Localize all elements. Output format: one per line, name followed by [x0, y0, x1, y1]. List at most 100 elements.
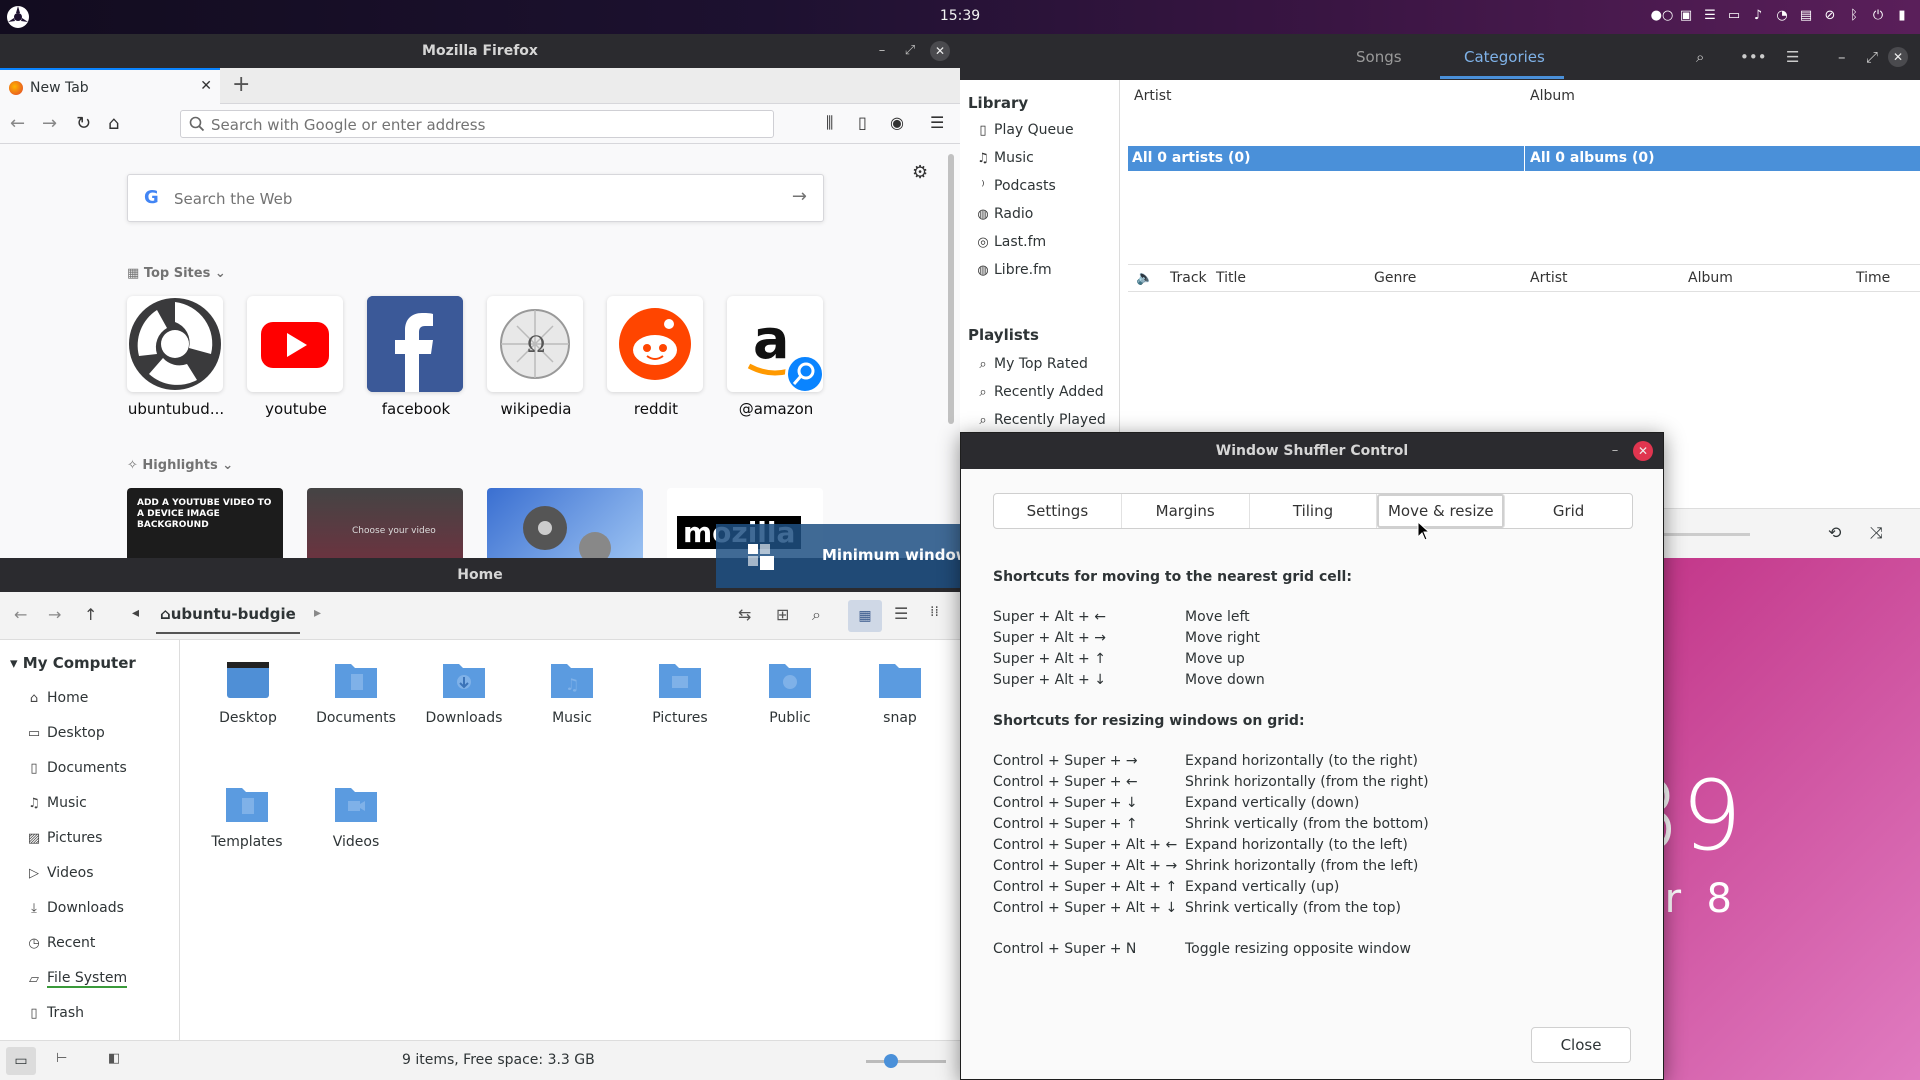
- wifi-icon[interactable]: ◔: [1774, 7, 1790, 23]
- bell-icon[interactable]: ♪: [1750, 7, 1766, 23]
- library-item-music[interactable]: ♫ Music: [976, 150, 1034, 166]
- address-bar[interactable]: Search with Google or enter address: [180, 110, 774, 138]
- library-item-librefm[interactable]: ◍ Libre.fm: [976, 262, 1051, 278]
- minimize-icon[interactable]: –: [874, 43, 890, 58]
- tab-margins[interactable]: Margins: [1122, 494, 1250, 528]
- top-site-youtube[interactable]: youtube: [247, 296, 345, 418]
- column-time[interactable]: Time: [1856, 270, 1890, 286]
- folder-snap[interactable]: snap: [850, 658, 950, 726]
- forward-icon[interactable]: →: [48, 605, 61, 624]
- selected-row[interactable]: All 0 artists (0) All 0 albums (0): [1128, 146, 1920, 171]
- screen-icon[interactable]: ▣: [1678, 7, 1694, 23]
- top-site-ubuntubudgie[interactable]: ubuntubud...: [127, 296, 225, 418]
- toggle-location-icon[interactable]: ⇆: [738, 605, 751, 624]
- maximize-icon[interactable]: ⤢: [1866, 48, 1878, 66]
- tab-tiling[interactable]: Tiling: [1250, 494, 1378, 528]
- playlist-item[interactable]: ⌕ My Top Rated: [976, 356, 1088, 372]
- dialog-titlebar[interactable]: Window Shuffler Control – ✕: [961, 433, 1663, 469]
- playlist-item[interactable]: ⌕ Recently Played: [976, 412, 1105, 428]
- sidebar-item-pictures[interactable]: ▨ Pictures: [27, 830, 103, 846]
- repeat-icon[interactable]: ⟲: [1828, 523, 1841, 542]
- highlight-card[interactable]: ADD A YOUTUBE VIDEO TO A DEVICE IMAGE BA…: [127, 488, 283, 558]
- top-site-wikipedia[interactable]: Ω wikipedia: [487, 296, 585, 418]
- web-search-box[interactable]: G Search the Web →: [127, 174, 824, 222]
- folder-pictures[interactable]: Pictures: [630, 658, 730, 726]
- home-icon[interactable]: ⌂: [108, 113, 119, 134]
- highlights-heading[interactable]: ✧ Highlights ⌄: [127, 458, 233, 473]
- list-view-icon[interactable]: ☰: [894, 604, 908, 623]
- forward-icon[interactable]: →: [42, 113, 57, 134]
- column-album[interactable]: Album: [1688, 270, 1733, 286]
- scrollbar[interactable]: [948, 154, 954, 424]
- column-artist[interactable]: Artist: [1530, 270, 1568, 286]
- minimize-icon[interactable]: –: [1838, 48, 1846, 66]
- back-icon[interactable]: ←: [14, 605, 27, 624]
- firefox-titlebar[interactable]: Mozilla Firefox – ⤢ ✕: [0, 34, 960, 68]
- sidebar-item-file-system[interactable]: ▱ File System: [27, 970, 128, 988]
- shuffle-icon[interactable]: ⤨: [1870, 523, 1883, 543]
- chevron-left-icon[interactable]: ◂: [132, 605, 139, 621]
- close-icon[interactable]: ✕: [1633, 441, 1653, 461]
- search-icon[interactable]: ⌕: [812, 605, 821, 625]
- tab-grid[interactable]: Grid: [1505, 494, 1632, 528]
- my-computer-heading[interactable]: ▾ My Computer: [10, 654, 136, 672]
- close-icon[interactable]: ✕: [930, 41, 950, 61]
- top-site-facebook[interactable]: facebook: [367, 296, 465, 418]
- highlight-card[interactable]: Choose your video: [307, 488, 463, 558]
- power-icon[interactable]: ⏻: [1870, 7, 1886, 23]
- account-icon[interactable]: ◉: [890, 113, 904, 132]
- no-notify-icon[interactable]: ⊘: [1822, 7, 1838, 23]
- panel-clock[interactable]: 15:39: [0, 8, 1920, 24]
- library-icon[interactable]: ⫼: [826, 113, 833, 133]
- tree-toggle-icon[interactable]: ⊢: [56, 1051, 67, 1066]
- zoom-slider[interactable]: [866, 1060, 946, 1063]
- places-toggle-icon[interactable]: ▭: [6, 1047, 36, 1075]
- sidebar-icon[interactable]: ▯: [858, 113, 867, 132]
- music-headerbar[interactable]: Songs Categories ⌕ ••• ☰ – ⤢ ✕: [960, 34, 1920, 80]
- menu-icon[interactable]: ☰: [930, 113, 944, 132]
- gear-icon[interactable]: ⚙: [912, 162, 928, 183]
- top-site-amazon[interactable]: a @amazon: [727, 296, 825, 418]
- icon-view-button[interactable]: ▦: [848, 600, 882, 632]
- playlist-item[interactable]: ⌕ Recently Added: [976, 384, 1103, 400]
- search-icon[interactable]: ⌕: [1696, 48, 1704, 66]
- library-item-lastfm[interactable]: ◎ Last.fm: [976, 234, 1046, 250]
- list-icon[interactable]: ☰: [1702, 7, 1718, 23]
- album-column-header[interactable]: Album: [1530, 88, 1575, 104]
- top-sites-heading[interactable]: ▦ Top Sites ⌄: [127, 266, 226, 281]
- path-button[interactable]: ⌂ubuntu-budgie: [156, 598, 300, 634]
- close-button[interactable]: Close: [1531, 1027, 1631, 1063]
- sidebar-item-recent[interactable]: ◷ Recent: [27, 935, 95, 951]
- artist-column-header[interactable]: Artist: [1134, 88, 1172, 104]
- more-icon[interactable]: •••: [1740, 48, 1767, 66]
- tab-categories[interactable]: Categories: [1464, 48, 1545, 66]
- volume-icon[interactable]: 🔈: [1136, 270, 1153, 286]
- folder-icon[interactable]: ▭: [1726, 7, 1742, 23]
- up-icon[interactable]: ↑: [84, 605, 97, 624]
- folder-documents[interactable]: Documents: [306, 658, 406, 726]
- sidebar-item-documents[interactable]: ▯ Documents: [27, 760, 126, 776]
- zoom-slider-handle[interactable]: [884, 1054, 898, 1068]
- folder-music[interactable]: ♫ Music: [522, 658, 622, 726]
- column-genre[interactable]: Genre: [1374, 270, 1416, 286]
- compact-view-icon[interactable]: ⁞⁞: [930, 604, 939, 620]
- close-icon[interactable]: ✕: [1888, 47, 1908, 67]
- top-site-reddit[interactable]: reddit: [607, 296, 705, 418]
- battery-icon[interactable]: ▮: [1894, 7, 1910, 23]
- folder-downloads[interactable]: Downloads: [414, 658, 514, 726]
- tab-songs[interactable]: Songs: [1356, 48, 1402, 66]
- tab-new-tab[interactable]: New Tab ✕: [0, 68, 220, 104]
- sidebar-item-videos[interactable]: ▷ Videos: [27, 865, 94, 881]
- tab-move-resize[interactable]: Move & resize: [1377, 494, 1506, 528]
- folder-desktop[interactable]: Desktop: [198, 658, 298, 726]
- library-item-play-queue[interactable]: ▯ Play Queue: [976, 122, 1073, 138]
- menu-icon[interactable]: ☰: [1786, 48, 1799, 66]
- tab-close-icon[interactable]: ✕: [200, 78, 212, 94]
- back-icon[interactable]: ←: [10, 113, 25, 134]
- folder-templates[interactable]: Templates: [197, 782, 297, 850]
- new-folder-icon[interactable]: ⊞: [776, 605, 789, 624]
- reload-icon[interactable]: ↻: [76, 113, 91, 134]
- tab-settings[interactable]: Settings: [994, 494, 1122, 528]
- circles-icon[interactable]: ●○: [1651, 7, 1674, 23]
- folder-videos[interactable]: Videos: [306, 782, 406, 850]
